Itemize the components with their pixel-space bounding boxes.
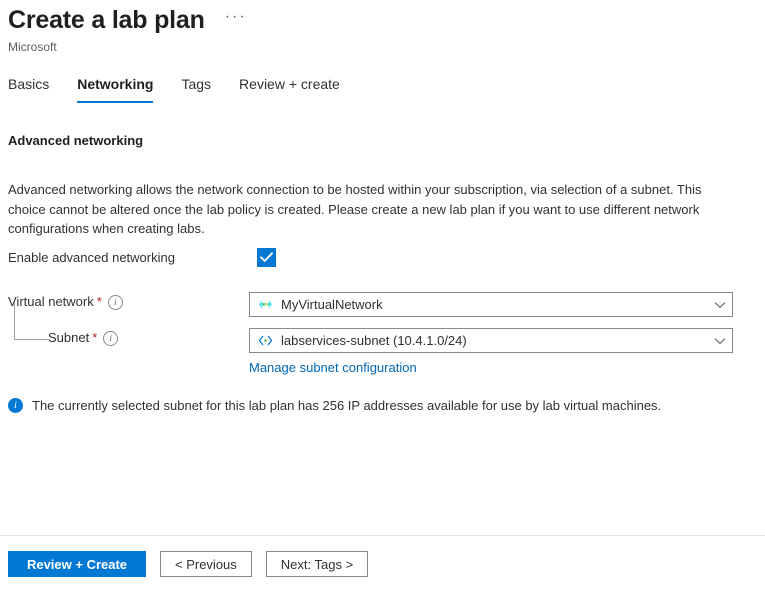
virtual-network-value: MyVirtualNetwork <box>281 296 708 314</box>
tab-networking[interactable]: Networking <box>77 74 153 103</box>
virtual-network-label: Virtual network * i <box>0 292 249 312</box>
info-icon[interactable]: i <box>108 295 123 310</box>
review-create-button[interactable]: Review + Create <box>8 551 146 577</box>
title-row: Create a lab plan ··· <box>8 4 765 36</box>
info-message-text: The currently selected subnet for this l… <box>32 396 661 415</box>
wizard-footer: Review + Create < Previous Next: Tags > <box>8 551 368 577</box>
info-icon[interactable]: i <box>103 331 118 346</box>
subnet-dropdown[interactable]: labservices-subnet (10.4.1.0/24) <box>249 328 733 353</box>
form-row-virtual-network: Virtual network * i MyVirtualNetwork <box>0 292 765 317</box>
more-actions-icon[interactable]: ··· <box>221 10 251 30</box>
virtual-network-icon <box>258 298 273 311</box>
subnet-control: labservices-subnet (10.4.1.0/24) Manage … <box>249 328 733 377</box>
info-message: i The currently selected subnet for this… <box>8 396 661 415</box>
info-icon: i <box>8 398 23 413</box>
form-row-enable-advanced-networking: Enable advanced networking <box>0 248 765 270</box>
subnet-icon <box>258 334 273 347</box>
enable-advanced-networking-label-text: Enable advanced networking <box>8 248 175 268</box>
checkmark-icon <box>260 252 273 263</box>
networking-form: Enable advanced networking Virtual netwo… <box>0 248 765 377</box>
subnet-label-text: Subnet <box>48 328 89 348</box>
enable-advanced-networking-label: Enable advanced networking <box>0 248 249 268</box>
enable-advanced-networking-checkbox[interactable] <box>257 248 276 267</box>
section-title: Advanced networking <box>8 132 143 150</box>
required-asterisk: * <box>97 292 102 312</box>
footer-divider <box>0 535 765 536</box>
tab-tags[interactable]: Tags <box>181 74 211 103</box>
form-row-subnet: Subnet * i labservices-subnet (10.4.1.0/… <box>0 328 765 377</box>
virtual-network-dropdown[interactable]: MyVirtualNetwork <box>249 292 733 317</box>
page-header: Create a lab plan ··· Microsoft <box>8 4 765 55</box>
chevron-down-icon <box>714 337 726 345</box>
subnet-value: labservices-subnet (10.4.1.0/24) <box>281 332 708 350</box>
tab-review-create[interactable]: Review + create <box>239 74 340 103</box>
next-tags-button[interactable]: Next: Tags > <box>266 551 368 577</box>
manage-subnet-configuration-link[interactable]: Manage subnet configuration <box>249 359 417 377</box>
previous-button[interactable]: < Previous <box>160 551 252 577</box>
subnet-label: Subnet * i <box>0 328 249 348</box>
virtual-network-label-text: Virtual network <box>8 292 94 312</box>
tab-basics[interactable]: Basics <box>8 74 49 103</box>
chevron-down-icon <box>714 301 726 309</box>
virtual-network-control: MyVirtualNetwork <box>249 292 733 317</box>
page-subtitle: Microsoft <box>8 39 765 55</box>
section-description: Advanced networking allows the network c… <box>8 180 708 239</box>
required-asterisk: * <box>92 328 97 348</box>
page-title: Create a lab plan <box>8 4 205 36</box>
wizard-tabs: Basics Networking Tags Review + create <box>8 74 368 103</box>
